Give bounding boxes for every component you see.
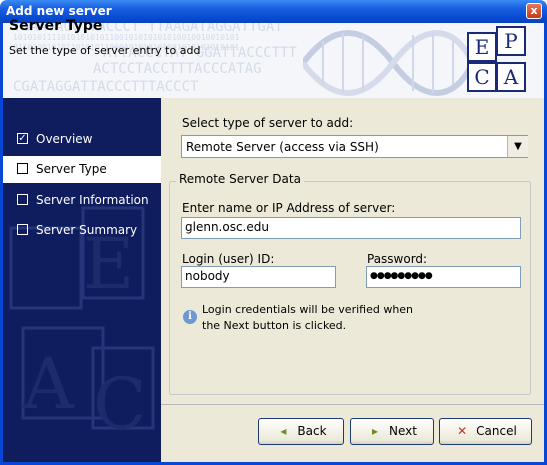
close-button[interactable]: x [526, 3, 542, 19]
checkbox-icon [17, 194, 28, 205]
cancel-button-label: Cancel [476, 424, 517, 438]
close-icon: x [530, 4, 538, 17]
info-message: Login credentials will be verified when … [202, 302, 422, 334]
sidebar-item-server-information[interactable]: Server Information [3, 187, 161, 214]
dna-sequence-decoration: CGATAGGATTACCCTTTACCCT [13, 79, 199, 95]
wizard-steps-sidebar: EAC ✓ Overview Server Type Server Inform… [3, 98, 161, 462]
info-icon: i [183, 310, 197, 324]
sidebar-item-overview[interactable]: ✓ Overview [3, 126, 161, 153]
sidebar-item-label: Server Summary [36, 223, 138, 237]
checkbox-icon: ✓ [17, 133, 28, 144]
sidebar-item-server-summary[interactable]: Server Summary [3, 217, 161, 244]
back-button[interactable]: ◂ Back [258, 418, 344, 445]
logo-letter: P [496, 26, 526, 56]
window-title: Add new server [6, 4, 112, 18]
info-message-line: the Next button is clicked. [202, 319, 347, 332]
select-server-type-label: Select type of server to add: [182, 116, 354, 130]
back-arrow-icon: ◂ [280, 424, 287, 438]
svg-text:C: C [93, 363, 147, 445]
page-title: Server Type [9, 18, 103, 34]
chevron-down-icon[interactable]: ▼ [507, 136, 528, 157]
page-subtitle: Set the type of server entry to add [9, 44, 201, 57]
logo-letter: A [496, 62, 526, 92]
login-label: Login (user) ID: [182, 252, 275, 266]
binary-decoration: 1010101111010101010110010101010101001001… [13, 33, 240, 42]
server-type-select[interactable]: Remote Server (access via SSH) ▼ [181, 135, 528, 158]
checkbox-icon [17, 224, 28, 235]
host-label: Enter name or IP Address of server: [182, 201, 396, 215]
group-title: Remote Server Data [176, 172, 304, 186]
checkbox-icon [17, 163, 28, 174]
svg-text:A: A [22, 343, 75, 425]
dna-helix-decoration [303, 30, 473, 96]
sidebar-item-label: Overview [36, 132, 93, 146]
sidebar-item-label: Server Type [36, 162, 107, 176]
dna-sequence-decoration: ACTCCTACCTTTACCCATAG [93, 61, 262, 77]
sidebar-item-server-type[interactable]: Server Type [3, 156, 161, 183]
next-button-label: Next [389, 424, 417, 438]
login-input[interactable]: nobody [181, 266, 336, 288]
info-message-line: Login credentials will be verified when [202, 303, 414, 316]
cancel-icon: ✕ [457, 424, 468, 438]
password-input[interactable]: ●●●●●●●●● [366, 266, 521, 288]
cancel-button[interactable]: ✕ Cancel [439, 418, 532, 445]
password-label: Password: [367, 252, 428, 266]
back-button-label: Back [297, 424, 327, 438]
next-button[interactable]: ▸ Next [350, 418, 434, 445]
server-type-selected-value: Remote Server (access via SSH) [186, 140, 379, 154]
epeca-logo: E P C A [462, 26, 532, 94]
next-arrow-icon: ▸ [372, 424, 379, 438]
logo-letter: E [467, 32, 497, 62]
host-input[interactable]: glenn.osc.edu [181, 217, 521, 239]
window-frame-left [0, 23, 3, 465]
logo-letter: C [467, 62, 497, 92]
sidebar-item-label: Server Information [36, 193, 149, 207]
